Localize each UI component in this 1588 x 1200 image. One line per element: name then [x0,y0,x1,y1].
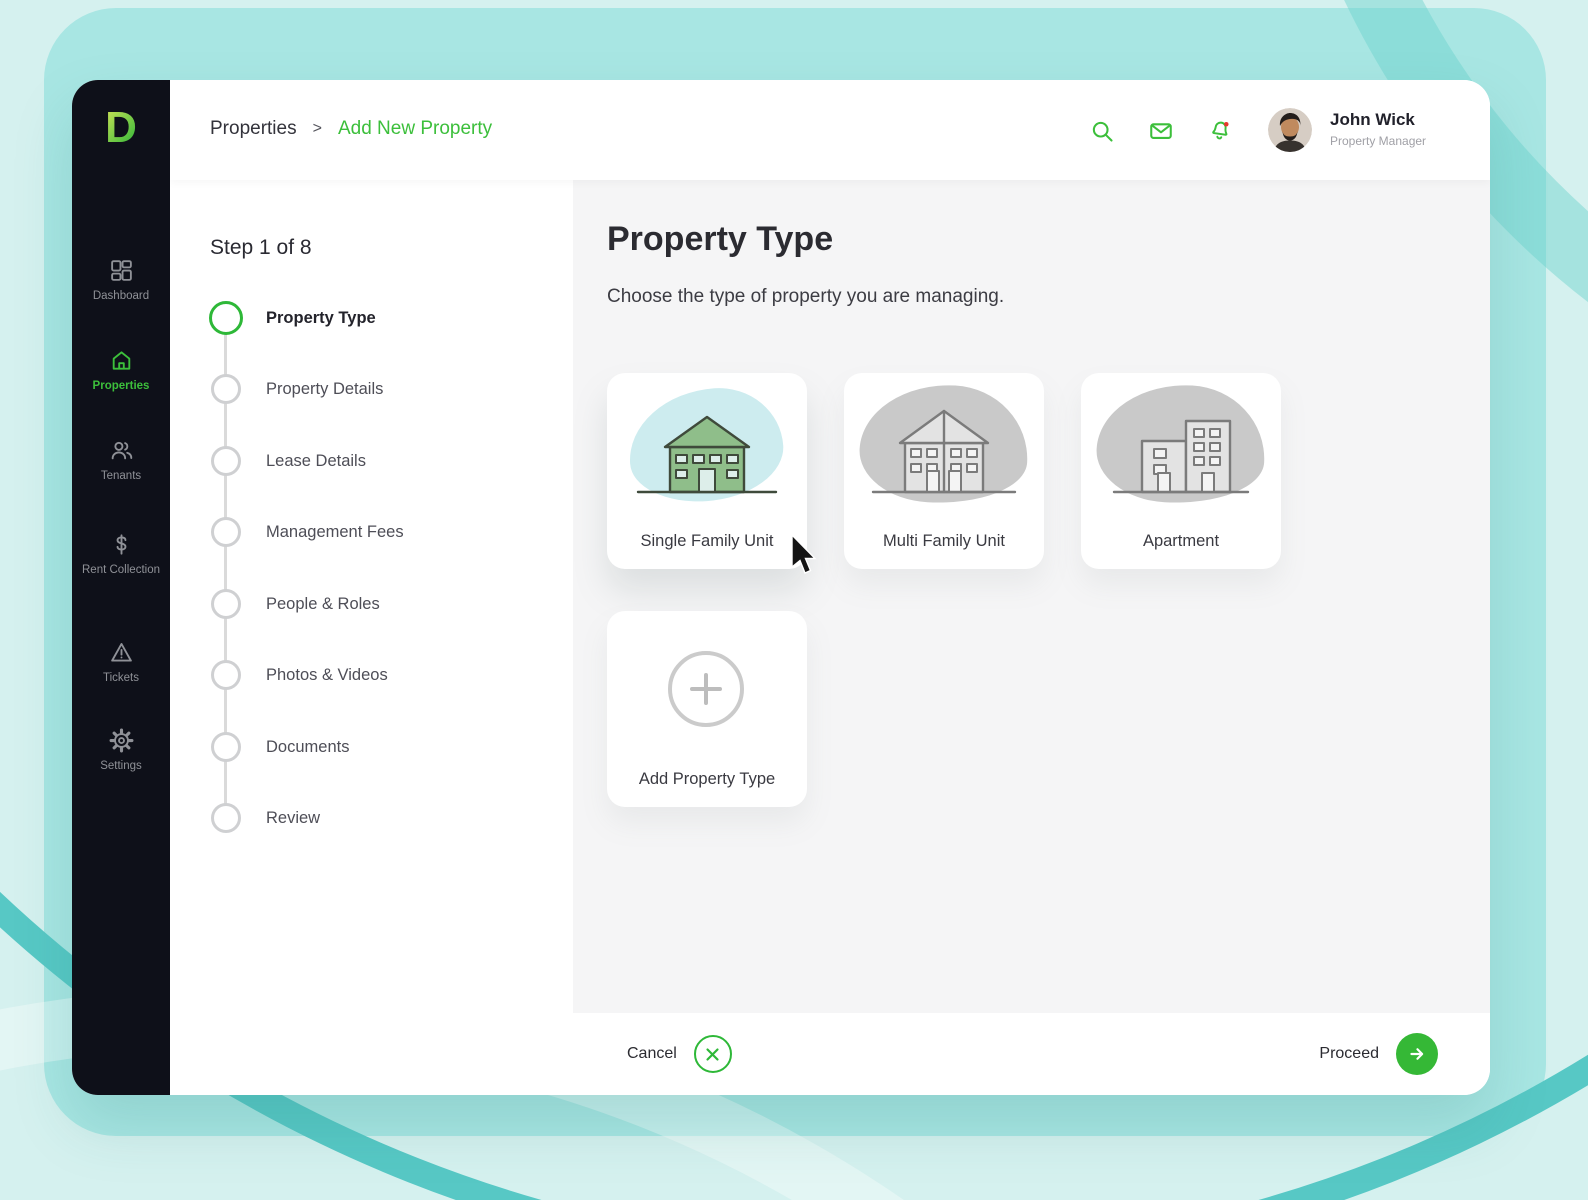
proceed-arrow-icon [1396,1033,1438,1075]
step-circle [211,803,241,833]
card-label: Single Family Unit [607,532,807,551]
step-circle [211,732,241,762]
sidebar-item-dashboard[interactable]: Dashboard [72,258,170,303]
home-icon [109,348,134,373]
sidebar-item-label: Rent Collection [82,564,160,577]
user-meta: John Wick Property Manager [1330,110,1426,148]
messages-button[interactable] [1148,118,1174,144]
wizard-footer: Cancel Proceed [170,1013,1490,1095]
notifications-bell-icon [1207,118,1233,144]
sidebar: D Dashboard Properties [72,80,170,1095]
svg-text:D: D [105,103,137,152]
avatar-photo [1268,108,1312,152]
step-label: Management Fees [266,523,404,542]
app-logo[interactable]: D [72,102,170,159]
step-label: Property Details [266,380,383,399]
multi-family-house-icon [869,391,1019,511]
step-lease-details[interactable]: Lease Details [209,444,366,478]
step-circle [211,517,241,547]
step-documents[interactable]: Documents [209,730,349,764]
sidebar-item-label: Properties [93,380,150,393]
step-label: Documents [266,738,349,757]
step-people-roles[interactable]: People & Roles [209,587,380,621]
step-label: Photos & Videos [266,666,388,685]
search-icon [1089,118,1115,144]
card-single-family-unit[interactable]: Single Family Unit [607,373,807,569]
breadcrumb-separator: > [313,120,322,138]
card-label: Apartment [1081,532,1281,551]
logo-d-icon: D [95,102,147,154]
search-button[interactable] [1089,118,1115,144]
user-role: Property Manager [1330,134,1426,148]
step-circle [211,374,241,404]
sidebar-item-properties[interactable]: Properties [72,348,170,393]
step-property-type[interactable]: Property Type [209,301,376,335]
breadcrumb: Properties > Add New Property [210,118,492,140]
apartment-buildings-icon [1106,391,1256,511]
step-photos-videos[interactable]: Photos & Videos [209,658,388,692]
page-background: D Dashboard Properties [0,0,1588,1200]
app-window: D Dashboard Properties [72,80,1490,1095]
top-header: Properties > Add New Property [170,80,1490,180]
step-circle [209,301,243,335]
page-subtitle: Choose the type of property you are mana… [607,286,1004,308]
card-apartment[interactable]: Apartment [1081,373,1281,569]
step-management-fees[interactable]: Management Fees [209,515,404,549]
dollar-icon [109,532,134,557]
step-label: Property Type [266,309,376,328]
user-name: John Wick [1330,110,1426,130]
page-title: Property Type [607,220,833,259]
main-content: Property Type Choose the type of propert… [573,180,1490,1013]
cancel-x-icon [694,1035,732,1073]
cancel-button[interactable]: Cancel [627,1013,732,1095]
step-circle [211,446,241,476]
card-add-property-type[interactable]: Add Property Type [607,611,807,807]
sidebar-item-label: Tenants [101,470,141,483]
step-circle [211,589,241,619]
card-label: Multi Family Unit [844,532,1044,551]
sidebar-item-label: Tickets [103,672,139,685]
sidebar-item-tenants[interactable]: Tenants [72,438,170,483]
step-label: People & Roles [266,595,380,614]
breadcrumb-current: Add New Property [338,118,492,140]
wizard-stepper-panel: Step 1 of 8 Property Type Property Detai… [170,180,573,1013]
sidebar-item-rent-collection[interactable]: Rent Collection [72,532,170,577]
tenants-people-icon [109,438,134,463]
step-label: Lease Details [266,452,366,471]
warning-triangle-icon [109,640,134,665]
sidebar-item-label: Settings [100,760,142,773]
step-label: Review [266,809,320,828]
gear-icon [109,728,134,753]
step-review[interactable]: Review [209,801,320,835]
cancel-label: Cancel [627,1045,677,1063]
card-label: Add Property Type [607,770,807,789]
card-multi-family-unit[interactable]: Multi Family Unit [844,373,1044,569]
step-property-details[interactable]: Property Details [209,372,383,406]
sidebar-item-settings[interactable]: Settings [72,728,170,773]
messages-icon [1148,118,1174,144]
single-family-house-icon [632,391,782,511]
breadcrumb-section[interactable]: Properties [210,118,297,140]
dashboard-grid-icon [109,258,134,283]
notification-dot [1224,122,1229,127]
proceed-button[interactable]: Proceed [1319,1013,1438,1095]
notifications-button[interactable] [1207,118,1233,144]
sidebar-item-tickets[interactable]: Tickets [72,640,170,685]
proceed-label: Proceed [1319,1045,1379,1063]
step-indicator: Step 1 of 8 [210,236,312,260]
sidebar-item-label: Dashboard [93,290,149,303]
user-avatar[interactable] [1268,108,1312,152]
plus-icon [668,651,744,727]
step-circle [211,660,241,690]
